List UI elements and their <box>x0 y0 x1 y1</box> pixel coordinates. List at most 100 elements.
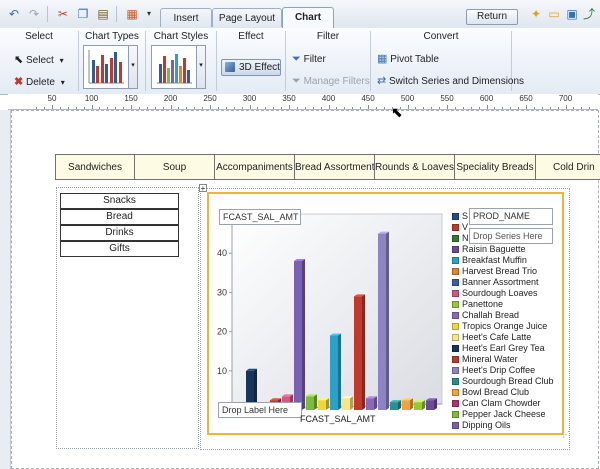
drop-series-zone[interactable]: Drop Series Here <box>469 228 553 244</box>
ruler-tick <box>225 107 227 109</box>
ruler-label: 650 <box>519 94 533 103</box>
legend-item[interactable]: Can Clam Chowder <box>452 398 541 409</box>
column-header[interactable]: Cold Drin <box>535 154 600 180</box>
ruler-tick <box>138 107 140 109</box>
column-header[interactable]: Bread Assortments <box>294 154 375 180</box>
column-header[interactable]: Sandwiches <box>55 154 135 180</box>
column-header[interactable]: Accompaniments <box>214 154 295 180</box>
legend-label: Heet's Earl Grey Tea <box>462 343 545 353</box>
3d-effect-toggle[interactable]: 3D Effect <box>221 59 281 76</box>
ruler-tick <box>75 107 77 109</box>
open-folder-icon[interactable]: ▭ <box>546 6 562 22</box>
tab-insert[interactable]: Insert <box>160 8 212 27</box>
chart-bar <box>342 398 350 410</box>
measure-drop-zone[interactable]: FCAST_SAL_AMT <box>219 209 301 225</box>
ruler-label: 350 <box>282 94 296 103</box>
legend-item[interactable]: Dipping Oils <box>452 420 511 431</box>
cut-icon[interactable]: ✂ <box>55 6 71 22</box>
chevron-down-icon[interactable]: ▾ <box>141 6 157 22</box>
copy-icon[interactable]: ❐ <box>75 6 91 22</box>
legend-item[interactable]: Raisin Baguette <box>452 244 526 255</box>
legend-item[interactable]: Bowl Bread Club <box>452 387 529 398</box>
legend-item[interactable]: Tropics Orange Juice <box>452 321 547 332</box>
pivot-table-button[interactable]: ▦ Pivot Table <box>377 53 439 66</box>
ruler-tick <box>154 107 156 109</box>
move-handle-icon[interactable]: + <box>199 184 207 193</box>
view-options-icon[interactable]: ▦ <box>124 6 140 22</box>
group-select-title: Select <box>25 31 53 42</box>
row-header[interactable]: Bread <box>60 209 179 225</box>
column-header[interactable]: Speciality Breads <box>454 154 536 180</box>
ruler-tick <box>281 107 283 109</box>
filter-button[interactable]: ⏷ Filter <box>292 53 326 66</box>
legend-item[interactable]: Harvest Bread Trio <box>452 266 537 277</box>
legend-item[interactable]: Sourdough Loaves <box>452 288 538 299</box>
ruler-tick <box>494 107 496 109</box>
legend-swatch <box>452 422 459 429</box>
horizontal-ruler: 50 100 150 200 250 300 350 400 450 500 550 600 650 70… <box>8 94 598 110</box>
ruler-label: 700 <box>558 94 573 103</box>
chart-types-dropdown[interactable]: ▾ <box>129 45 138 89</box>
ruler-tick <box>589 107 591 109</box>
legend-item[interactable]: Mineral Water <box>452 354 518 365</box>
legend-label: Sourdough Bread Club <box>462 376 554 386</box>
legend-item[interactable]: Heet's Drip Coffee <box>452 365 535 376</box>
ruler-tick <box>296 107 298 109</box>
switch-series-button[interactable]: ⇄ Switch Series and Dimensions <box>377 75 524 88</box>
series-drop-zone[interactable]: PROD_NAME <box>469 208 553 225</box>
column-header[interactable]: Rounds & Loaves <box>374 154 455 180</box>
ruler-tick <box>186 107 188 109</box>
ruler-tick <box>249 105 251 109</box>
legend-item[interactable]: Pepper Jack Cheese <box>452 409 546 420</box>
legend-item[interactable]: Sourdough Bread Club <box>452 376 554 387</box>
legend-swatch <box>452 367 459 374</box>
delete-button[interactable]: ✖ Delete ▾ <box>14 76 65 89</box>
chart-plot: 102030405 <box>217 209 443 411</box>
tab-chart[interactable]: Chart <box>282 7 334 28</box>
legend-label: Breakfast Muffin <box>462 255 527 265</box>
ruler-label: 200 <box>163 94 178 103</box>
chart-styles-dropdown[interactable]: ▾ <box>197 45 206 89</box>
legend-label: Heet's Drip Coffee <box>462 365 536 375</box>
legend-item[interactable]: V <box>452 222 468 233</box>
ruler-tick <box>454 107 456 109</box>
chart-bar-side <box>302 259 305 410</box>
legend-item[interactable]: Heet's Cafe Latte <box>452 332 531 343</box>
ruler-tick <box>573 107 575 109</box>
legend-item[interactable]: Banner Assortment <box>452 277 539 288</box>
manage-filters-button[interactable]: ⏷ Manage Filters <box>292 75 370 88</box>
legend-item[interactable]: N <box>452 233 469 244</box>
ruler-tick <box>533 107 535 109</box>
filter-label: Filter <box>303 54 326 65</box>
legend-label: V <box>462 222 469 232</box>
legend-label: S <box>462 211 469 221</box>
ruler-tick <box>162 107 164 109</box>
paste-icon[interactable]: ▤ <box>95 6 111 22</box>
redo-icon[interactable]: ↷ <box>26 6 42 22</box>
column-header[interactable]: Soup <box>134 154 215 180</box>
chart-styles-gallery[interactable] <box>151 45 197 89</box>
new-document-icon[interactable]: ✦ <box>528 6 544 22</box>
save-icon[interactable]: ▣ <box>564 6 580 22</box>
row-header[interactable]: Snacks <box>60 193 179 209</box>
legend-item[interactable]: Panettone <box>452 299 503 310</box>
ruler-tick <box>478 107 480 109</box>
legend-item[interactable]: S <box>452 211 468 222</box>
chart-types-gallery[interactable] <box>83 45 129 89</box>
legend-item[interactable]: Heet's Earl Grey Tea <box>452 343 545 354</box>
ruler-tick <box>581 107 583 109</box>
legend-item[interactable]: Breakfast Muffin <box>452 255 527 266</box>
select-button[interactable]: ⬉ Select ▾ <box>14 54 64 67</box>
export-icon[interactable]: ⤴ <box>581 6 597 22</box>
ruler-tick <box>320 107 322 109</box>
row-header[interactable]: Gifts <box>60 241 179 257</box>
undo-icon[interactable]: ↶ <box>6 6 22 22</box>
return-button[interactable]: Return <box>466 9 518 25</box>
legend-item[interactable]: Challah Bread <box>452 310 519 321</box>
resize-grip-icon[interactable]: ⋰ <box>562 430 570 439</box>
tab-page-layout[interactable]: Page Layout <box>212 8 282 27</box>
toolbar-divider <box>47 6 48 22</box>
ruler-tick <box>99 107 101 109</box>
row-header[interactable]: Drinks <box>60 225 179 241</box>
drop-label-zone[interactable]: Drop Label Here <box>218 402 302 418</box>
